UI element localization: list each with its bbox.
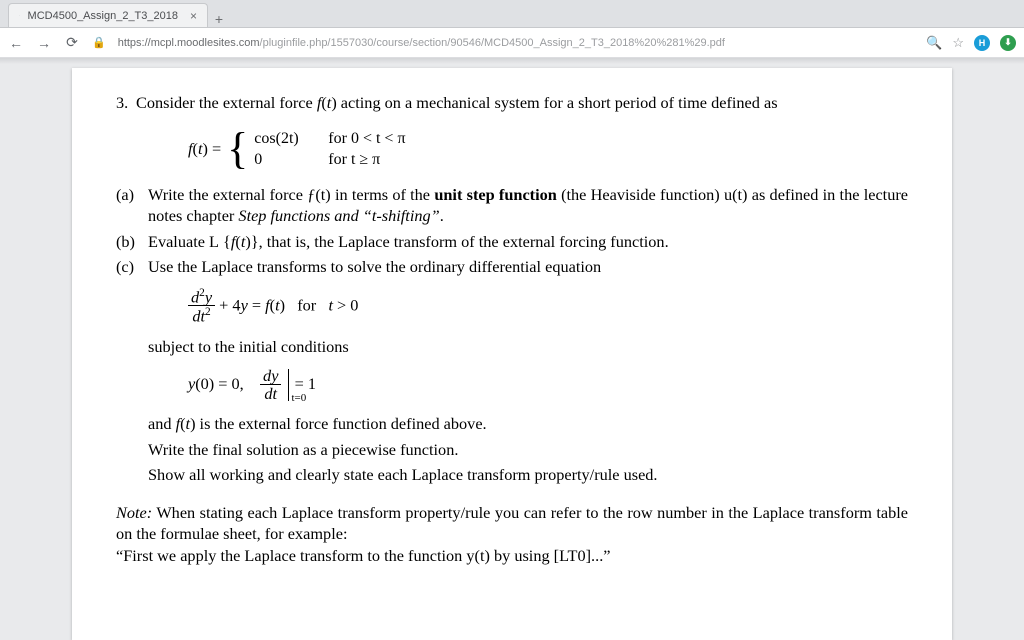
pdf-file-icon	[19, 9, 20, 22]
back-button[interactable]: ←	[8, 35, 24, 51]
lock-icon: 🔒	[92, 36, 106, 49]
part-a-label: (a)	[116, 184, 148, 227]
url-host: https://mcpl.moodlesites.com	[118, 37, 260, 49]
piecewise-lhs: f(t) =	[188, 138, 221, 160]
question-intro: Consider the external force f(t) acting …	[136, 92, 908, 114]
browser-tab-active[interactable]: MCD4500_Assign_2_T3_2018 ×	[8, 3, 208, 27]
zoom-icon[interactable]: 🔍	[926, 35, 942, 51]
tab-title: MCD4500_Assign_2_T3_2018	[28, 10, 178, 22]
subject-text: subject to the initial conditions	[148, 336, 908, 358]
url-field[interactable]: https://mcpl.moodlesites.com/pluginfile.…	[118, 37, 914, 49]
initial-conditions: y(0) = 0, dydt t=0 = 1	[188, 367, 908, 403]
note-example: “First we apply the Laplace transform to…	[116, 546, 611, 565]
browser-address-bar: ← → ⟳ 🔒 https://mcpl.moodlesites.com/plu…	[0, 28, 1024, 58]
after-text-3: Show all working and clearly state each …	[148, 464, 908, 486]
part-b-text: Evaluate L {f(t)}, that is, the Laplace …	[148, 231, 908, 253]
toolbar-right: 🔍 ☆ H ⬇	[926, 35, 1016, 51]
case2-left: 0	[254, 149, 312, 170]
note-block: Note: When stating each Laplace transfor…	[116, 502, 908, 567]
browser-tab-bar: MCD4500_Assign_2_T3_2018 × +	[0, 0, 1024, 28]
question-number: 3.	[116, 92, 136, 114]
part-c-text: Use the Laplace transforms to solve the …	[148, 256, 908, 278]
part-a-text: Write the external force ƒ(t) in terms o…	[148, 184, 908, 227]
case1-right: for 0 < t < π	[328, 128, 405, 149]
close-tab-icon[interactable]: ×	[190, 9, 197, 23]
case2-right: for t ≥ π	[328, 149, 380, 170]
brace-icon: {	[227, 129, 248, 169]
pdf-viewer: 3. Consider the external force f(t) acti…	[0, 64, 1024, 640]
part-b-label: (b)	[116, 231, 148, 253]
extension-badge[interactable]: ⬇	[1000, 35, 1016, 51]
case1-left: cos(2t)	[254, 128, 312, 149]
piecewise-definition: f(t) = { cos(2t) for 0 < t < π 0 for t ≥ π	[188, 128, 908, 170]
profile-badge[interactable]: H	[974, 35, 990, 51]
after-text-2: Write the final solution as a piecewise …	[148, 439, 908, 461]
pdf-page: 3. Consider the external force f(t) acti…	[72, 68, 952, 640]
url-path: /pluginfile.php/1557030/course/section/9…	[260, 37, 725, 49]
after-text-1: and f(t) is the external force function …	[148, 413, 908, 435]
ode-equation: d2ydt2 + 4y = f(t) for t > 0	[188, 288, 908, 326]
part-c-label: (c)	[116, 256, 148, 278]
forward-button[interactable]: →	[36, 35, 52, 51]
reload-button[interactable]: ⟳	[64, 34, 80, 51]
new-tab-button[interactable]: +	[208, 11, 230, 27]
bookmark-icon[interactable]: ☆	[952, 35, 964, 51]
